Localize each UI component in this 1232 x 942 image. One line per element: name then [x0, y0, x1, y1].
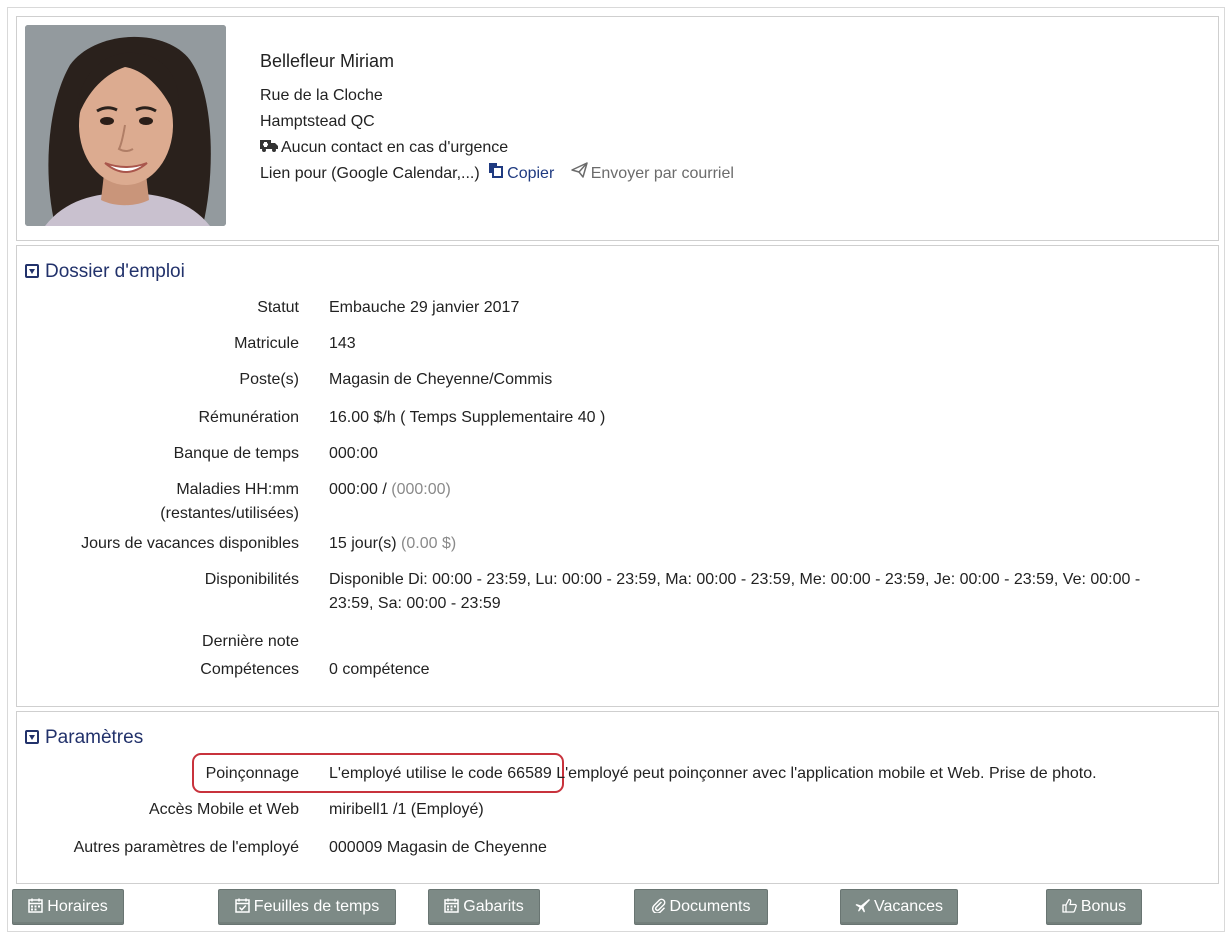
row-value: 000009 Magasin de Cheyenne: [329, 839, 547, 856]
dossier-panel: Dossier d'emploi Statut Embauche 29 janv…: [16, 245, 1219, 707]
avatar: [25, 25, 226, 226]
row-label: Compétences: [200, 661, 299, 678]
calendar-link-row: Lien pour (Google Calendar,...) Copier E…: [260, 162, 734, 186]
row-label: Poste(s): [239, 371, 299, 388]
row-value: 143: [329, 335, 356, 352]
row-label: Disponibilités: [204, 571, 299, 588]
plane-icon: [855, 899, 870, 913]
row-value: miribell1 /1 (Employé): [329, 801, 484, 818]
paperclip-icon: [651, 898, 665, 914]
row-label: Rémunération: [198, 409, 300, 426]
address-city: Hamptstead QC: [260, 113, 375, 130]
copy-link[interactable]: Copier: [488, 163, 559, 183]
row-label: Dernière note: [202, 633, 299, 650]
row-value: Disponible Di: 00:00 - 23:59, Lu: 00:00 …: [329, 568, 1189, 616]
row-label: Jours de vacances disponibles: [81, 535, 299, 552]
row-value: L'employé utilise le code 66589 L'employ…: [329, 765, 1097, 782]
feuilles-de-temps-button[interactable]: Feuilles de temps: [218, 889, 396, 925]
button-label: Vacances: [873, 898, 944, 915]
emergency-contact: Aucun contact en cas d'urgence: [260, 136, 734, 160]
row-label: Accès Mobile et Web: [149, 801, 299, 818]
emergency-contact-text: Aucun contact en cas d'urgence: [281, 139, 509, 157]
button-label: Feuilles de temps: [253, 898, 380, 915]
row-value: 0 compétence: [329, 661, 430, 678]
caret-down-icon: [25, 264, 39, 278]
value-line: Disponible Di: 00:00 - 23:59, Lu: 00:00 …: [329, 571, 1141, 588]
row-value: 000:00: [329, 445, 378, 462]
value-line: 23:59, Sa: 00:00 - 23:59: [329, 595, 501, 612]
calendar-icon: [28, 898, 44, 913]
row-value: Embauche 29 janvier 2017: [329, 299, 520, 316]
send-email-link[interactable]: Envoyer par courriel: [570, 162, 734, 183]
button-label: Gabarits: [463, 898, 524, 915]
row-label: Maladies HH:mm (restantes/utilisées): [17, 478, 299, 526]
row-label: Matricule: [234, 335, 299, 352]
bonus-button[interactable]: Bonus: [1046, 889, 1142, 925]
profile-info: Bellefleur Miriam Rue de la Cloche Hampt…: [260, 49, 734, 188]
documents-button[interactable]: Documents: [634, 889, 768, 925]
row-label: Poinçonnage: [205, 765, 299, 782]
caret-down-icon: [25, 730, 39, 744]
copy-icon: [488, 162, 504, 186]
row-value: 16.00 $/h ( Temps Supplementaire 40 ): [329, 409, 606, 426]
row-label: Banque de temps: [173, 445, 299, 462]
thumbs-up-icon: [1062, 898, 1077, 913]
avatar-photo: [25, 25, 226, 226]
value-muted: (000:00): [391, 481, 451, 498]
ambulance-icon: [260, 136, 278, 160]
row-value: Magasin de Cheyenne/Commis: [329, 371, 553, 388]
row-value: 15 jour(s) (0.00 $): [329, 532, 1189, 556]
calendar-check-icon: [235, 898, 250, 913]
row-label: Autres paramètres de l'employé: [73, 839, 299, 856]
horaires-button[interactable]: Horaires: [12, 889, 124, 925]
send-email-label: Envoyer par courriel: [590, 165, 734, 183]
button-label: Bonus: [1080, 898, 1127, 915]
copy-link-label: Copier: [507, 165, 555, 183]
dossier-toggle[interactable]: Dossier d'emploi: [25, 258, 185, 286]
button-label: Horaires: [47, 898, 108, 915]
row-label: Statut: [257, 299, 299, 316]
calendar-link-label: Lien pour (Google Calendar,...): [260, 165, 480, 183]
params-title: Paramètres: [45, 727, 144, 748]
paper-plane-icon: [570, 162, 588, 186]
dossier-title: Dossier d'emploi: [45, 261, 185, 282]
profile-panel: Bellefleur Miriam Rue de la Cloche Hampt…: [16, 16, 1219, 241]
value-main: 000:00 /: [329, 481, 392, 498]
calendar-icon: [444, 898, 460, 913]
row-label-line: (restantes/utilisées): [160, 505, 299, 522]
vacances-button[interactable]: Vacances: [840, 889, 958, 925]
row-value: 000:00 / (000:00): [329, 478, 1189, 502]
value-main: 15 jour(s): [329, 535, 402, 552]
employee-name: Bellefleur Miriam: [260, 51, 395, 71]
params-toggle[interactable]: Paramètres: [25, 724, 143, 752]
gabarits-button[interactable]: Gabarits: [428, 889, 540, 925]
value-muted: (0.00 $): [401, 535, 457, 552]
params-panel: Paramètres Poinçonnage L'employé utilise…: [16, 711, 1219, 884]
address-street: Rue de la Cloche: [260, 87, 383, 104]
row-label-line: Maladies HH:mm: [176, 481, 299, 498]
button-label: Documents: [669, 898, 751, 915]
